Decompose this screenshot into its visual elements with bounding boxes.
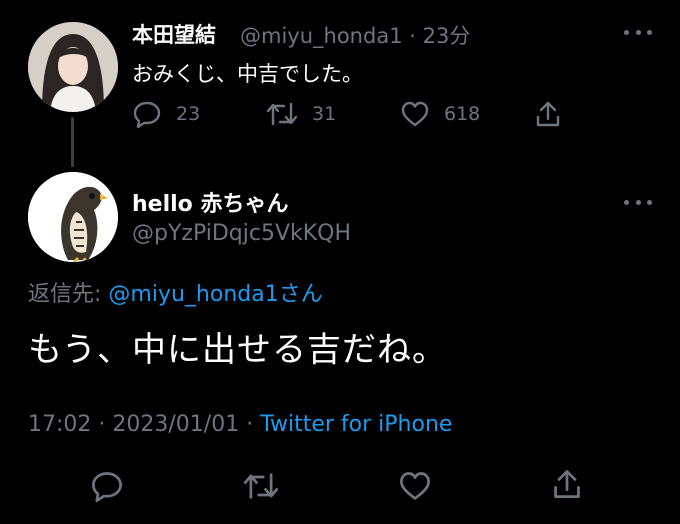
parent-handle-time: @miyu_honda1 · 23分 [240, 20, 470, 50]
reply-count: 23 [176, 103, 201, 125]
falcon-avatar-icon [28, 172, 118, 262]
reply-to-user[interactable]: @miyu_honda1 [108, 282, 278, 307]
tweet-meta: 17:02 · 2023/01/01 · Twitter for iPhone [28, 412, 452, 437]
tweet-time: 17:02 [28, 412, 92, 437]
main-avatar[interactable] [28, 172, 118, 262]
parent-display-name[interactable]: 本田望結 [132, 19, 216, 49]
retweet-icon [243, 473, 279, 499]
parent-retweet-action[interactable]: 31 [266, 100, 336, 128]
reply-to-label: 返信先: [28, 282, 102, 307]
heart-icon [400, 472, 430, 500]
reply-to-user-link[interactable]: @miyu_honda1さん [108, 282, 322, 307]
parent-tweet-text: おみくじ、中吉でした。 [132, 62, 363, 86]
separator-dot: · [239, 412, 261, 437]
retweet-button[interactable] [243, 470, 279, 502]
reply-button[interactable] [90, 470, 124, 502]
client-link[interactable]: Twitter for iPhone [260, 412, 452, 437]
share-button[interactable] [552, 468, 582, 500]
retweet-count: 31 [312, 103, 337, 125]
parent-share-action[interactable] [535, 100, 561, 128]
parent-reply-action[interactable]: 23 [132, 100, 200, 128]
avatar-photo [28, 22, 118, 112]
thread-connector-line [71, 117, 74, 167]
heart-icon [401, 101, 429, 127]
share-icon [536, 101, 560, 127]
parent-time: 23分 [422, 24, 471, 48]
main-handle[interactable]: @pYzPiDqjc5VkKQH [132, 221, 351, 246]
retweet-icon [266, 102, 298, 126]
main-tweet-text: もう、中に出せる吉だね。 [28, 330, 447, 370]
like-count: 618 [444, 103, 481, 125]
reply-icon [92, 472, 122, 502]
parent-like-action[interactable]: 618 [400, 100, 480, 128]
main-display-name[interactable]: hello 赤ちゃん [132, 186, 288, 218]
reply-to-line: 返信先: @miyu_honda1さん [28, 276, 323, 308]
more-icon[interactable] [624, 27, 652, 37]
separator-dot: · [402, 24, 423, 48]
separator-dot: · [91, 412, 113, 437]
reply-icon [133, 101, 161, 128]
parent-handle[interactable]: @miyu_honda1 [240, 24, 403, 48]
parent-avatar[interactable] [28, 22, 118, 112]
tweet-date: 2023/01/01 [112, 412, 240, 437]
share-icon [554, 470, 580, 498]
like-button[interactable] [398, 470, 432, 502]
reply-to-suffix[interactable]: さん [279, 282, 323, 307]
more-icon[interactable] [624, 197, 652, 207]
